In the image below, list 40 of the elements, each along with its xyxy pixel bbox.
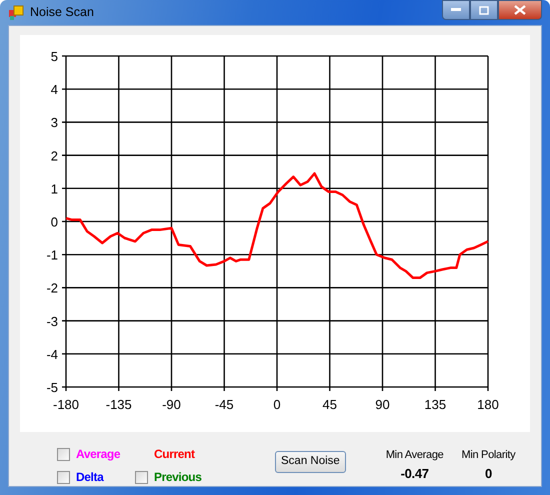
minimize-button[interactable] xyxy=(442,0,470,20)
minimize-icon xyxy=(451,8,461,12)
legend-label: Current xyxy=(154,446,195,463)
x-tick-label: 0 xyxy=(273,397,281,412)
checkbox[interactable] xyxy=(57,470,70,484)
y-tick-label: 4 xyxy=(50,82,58,98)
x-tick-label: 45 xyxy=(322,397,337,412)
readout-label: Min Polarity xyxy=(461,448,516,463)
legend-label: Delta xyxy=(76,469,104,486)
y-tick-label: -2 xyxy=(46,280,58,296)
x-tick-label: -90 xyxy=(162,397,181,412)
readout-value: 0 xyxy=(484,464,492,482)
x-tick-label: 180 xyxy=(477,397,499,412)
readout-value: -0.47 xyxy=(400,464,429,482)
checkbox[interactable] xyxy=(135,470,148,484)
x-tick-label: -180 xyxy=(52,397,80,412)
y-tick-label: -1 xyxy=(46,248,58,263)
close-button[interactable] xyxy=(498,0,542,20)
app-icon xyxy=(8,4,24,20)
x-tick-label: -135 xyxy=(106,397,132,412)
maximize-icon xyxy=(479,6,489,14)
window-title: Noise Scan xyxy=(30,4,94,22)
legend-label: Average xyxy=(76,446,120,463)
x-tick-label: 135 xyxy=(424,397,446,412)
checkbox[interactable] xyxy=(57,448,70,460)
y-tick-label: 0 xyxy=(50,214,58,230)
readout-label: Min Average xyxy=(386,448,444,463)
y-tick-label: -3 xyxy=(46,314,58,329)
y-tick-label: 1 xyxy=(50,181,58,196)
y-tick-label: -5 xyxy=(46,380,58,395)
x-tick-label: -45 xyxy=(214,397,234,412)
legend-label: Previous xyxy=(154,469,202,486)
x-tick-label: 90 xyxy=(375,397,390,412)
y-tick-label: 2 xyxy=(50,148,58,164)
y-tick-label: -4 xyxy=(46,346,58,362)
maximize-button[interactable] xyxy=(470,0,498,20)
scan-noise-button[interactable]: Scan Noise xyxy=(275,451,346,473)
close-icon xyxy=(514,5,526,15)
y-tick-label: 3 xyxy=(50,115,58,130)
y-tick-label: 5 xyxy=(50,49,58,64)
